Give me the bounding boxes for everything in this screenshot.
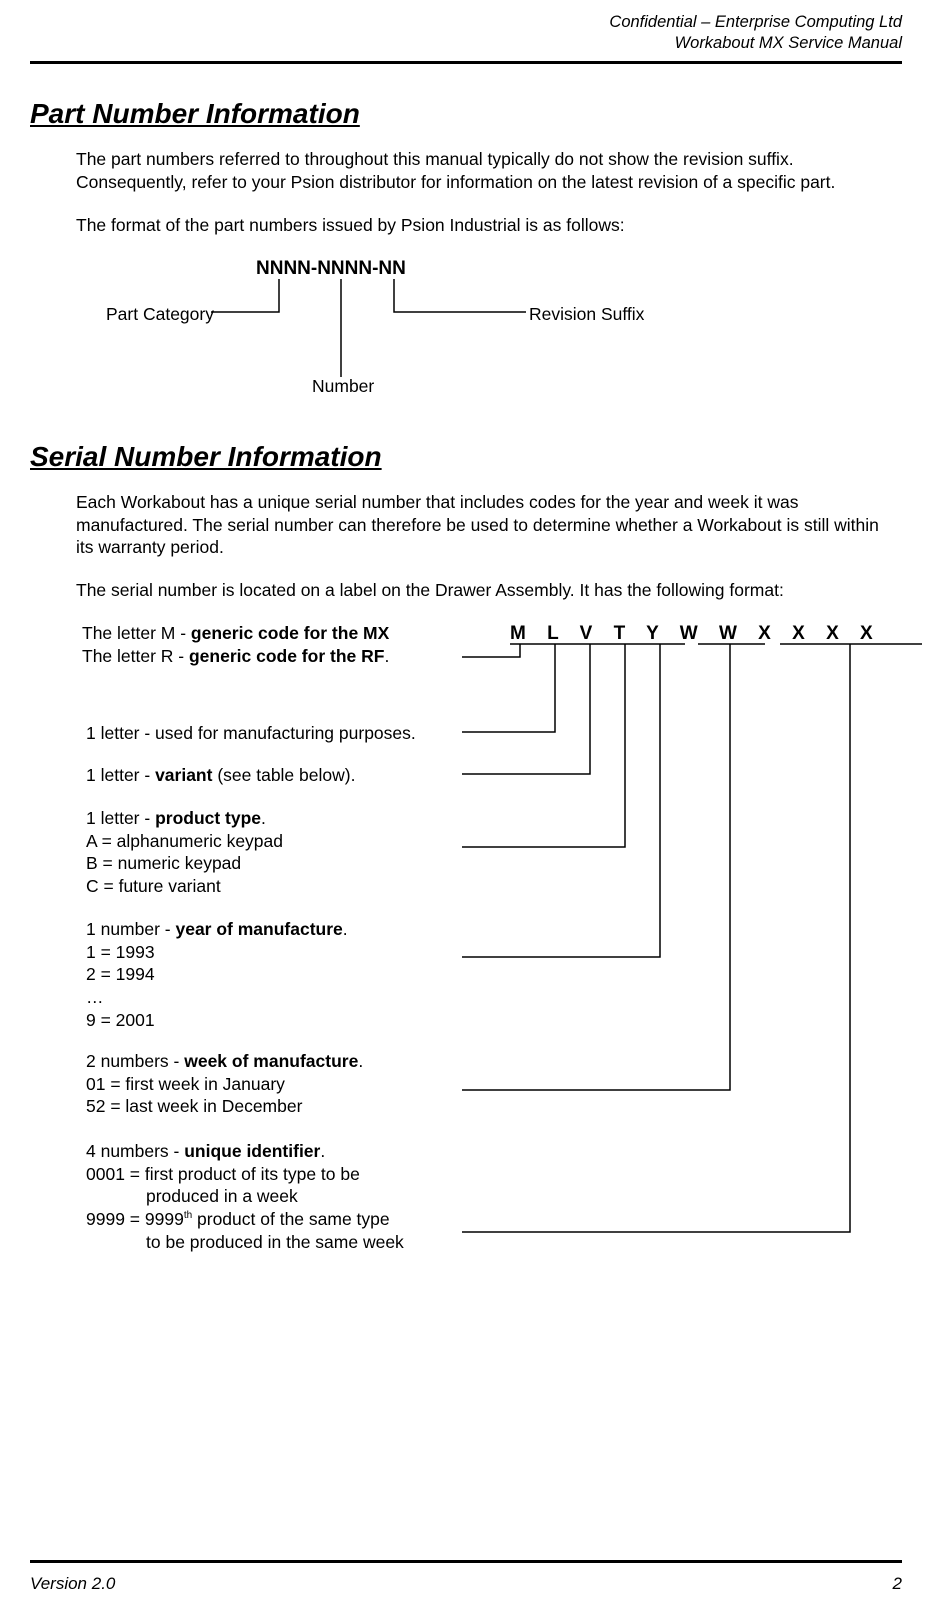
desc-variant: 1 letter - variant (see table below). <box>86 764 355 787</box>
wk-2: 52 = last week in December <box>86 1096 302 1116</box>
pt-period: . <box>261 808 266 828</box>
bottom-rule <box>30 1560 902 1563</box>
section2-body: Each Workabout has a unique serial numbe… <box>76 491 896 602</box>
section1-p1: The part numbers referred to throughout … <box>76 148 896 194</box>
section2-p1: Each Workabout has a unique serial numbe… <box>76 491 896 559</box>
m2-bold: generic code for the RF <box>189 646 384 666</box>
id-period: . <box>320 1141 325 1161</box>
pn-label-revision: Revision Suffix <box>529 303 644 326</box>
pn-label-number: Number <box>312 375 374 398</box>
wk-pre: 2 numbers - <box>86 1051 184 1071</box>
m2-pre: The letter R - <box>82 646 189 666</box>
yr-9: 9 = 2001 <box>86 1010 155 1030</box>
m1-bold: generic code for the MX <box>191 623 389 643</box>
part-number-diagram: NNNN-NNNN-NN Part Category Number Revisi… <box>76 257 902 407</box>
desc-unique: 4 numbers - unique identifier. 0001 = fi… <box>86 1140 404 1254</box>
id-2b: product of the same type <box>192 1209 389 1229</box>
wk-period: . <box>358 1051 363 1071</box>
m1-pre: The letter M - <box>82 623 191 643</box>
footer: Version 2.0 2 <box>30 1573 902 1595</box>
page: Confidential – Enterprise Computing Ltd … <box>0 0 932 1609</box>
id-2a: 9999 = 9999 <box>86 1209 184 1229</box>
pt-c: C = future variant <box>86 876 221 896</box>
m2-period: . <box>384 646 389 666</box>
section1-title: Part Number Information <box>30 96 902 132</box>
desc-year: 1 number - year of manufacture. 1 = 1993… <box>86 918 348 1032</box>
yr-bold: year of manufacture <box>175 919 342 939</box>
yr-pre: 1 number - <box>86 919 175 939</box>
desc-week: 2 numbers - week of manufacture. 01 = fi… <box>86 1050 363 1118</box>
pt-bold: product type <box>155 808 261 828</box>
wk-bold: week of manufacture <box>184 1051 358 1071</box>
header-line2: Workabout MX Service Manual <box>30 33 902 54</box>
footer-page: 2 <box>893 1573 902 1595</box>
pt-pre: 1 letter - <box>86 808 155 828</box>
pn-connectors-svg <box>76 277 776 407</box>
id-bold: unique identifier <box>184 1141 320 1161</box>
wk-1: 01 = first week in January <box>86 1074 285 1094</box>
section2-p2: The serial number is located on a label … <box>76 579 896 602</box>
desc-product-type: 1 letter - product type. A = alphanumeri… <box>86 807 283 898</box>
pt-b: B = numeric keypad <box>86 853 241 873</box>
id-2c: to be produced in the same week <box>146 1232 404 1252</box>
yr-2: 2 = 1994 <box>86 964 155 984</box>
section1-body: The part numbers referred to throughout … <box>76 148 896 236</box>
var-pre: 1 letter - <box>86 765 155 785</box>
yr-1: 1 = 1993 <box>86 942 155 962</box>
desc-generic: The letter M - generic code for the MX T… <box>82 622 389 668</box>
section2-title: Serial Number Information <box>30 439 902 475</box>
var-bold: variant <box>155 765 212 785</box>
var-post: (see table below). <box>212 765 355 785</box>
yr-period: . <box>343 919 348 939</box>
id-pre: 4 numbers - <box>86 1141 184 1161</box>
top-rule <box>30 61 902 64</box>
header-line1: Confidential – Enterprise Computing Ltd <box>30 12 902 33</box>
pn-label-category: Part Category <box>106 303 214 326</box>
id-2sup: th <box>184 1210 192 1221</box>
yr-dots: … <box>86 987 104 1007</box>
id-1a: 0001 = first product of its type to be <box>86 1164 360 1184</box>
serial-diagram: M L V T Y W W X X X X The letter M - gen… <box>30 622 902 1352</box>
pt-a: A = alphanumeric keypad <box>86 831 283 851</box>
section1-p2: The format of the part numbers issued by… <box>76 214 896 237</box>
header: Confidential – Enterprise Computing Ltd … <box>30 12 902 55</box>
desc-mfg: 1 letter - used for manufacturing purpos… <box>86 722 416 745</box>
id-1b: produced in a week <box>146 1186 298 1206</box>
footer-version: Version 2.0 <box>30 1573 115 1595</box>
